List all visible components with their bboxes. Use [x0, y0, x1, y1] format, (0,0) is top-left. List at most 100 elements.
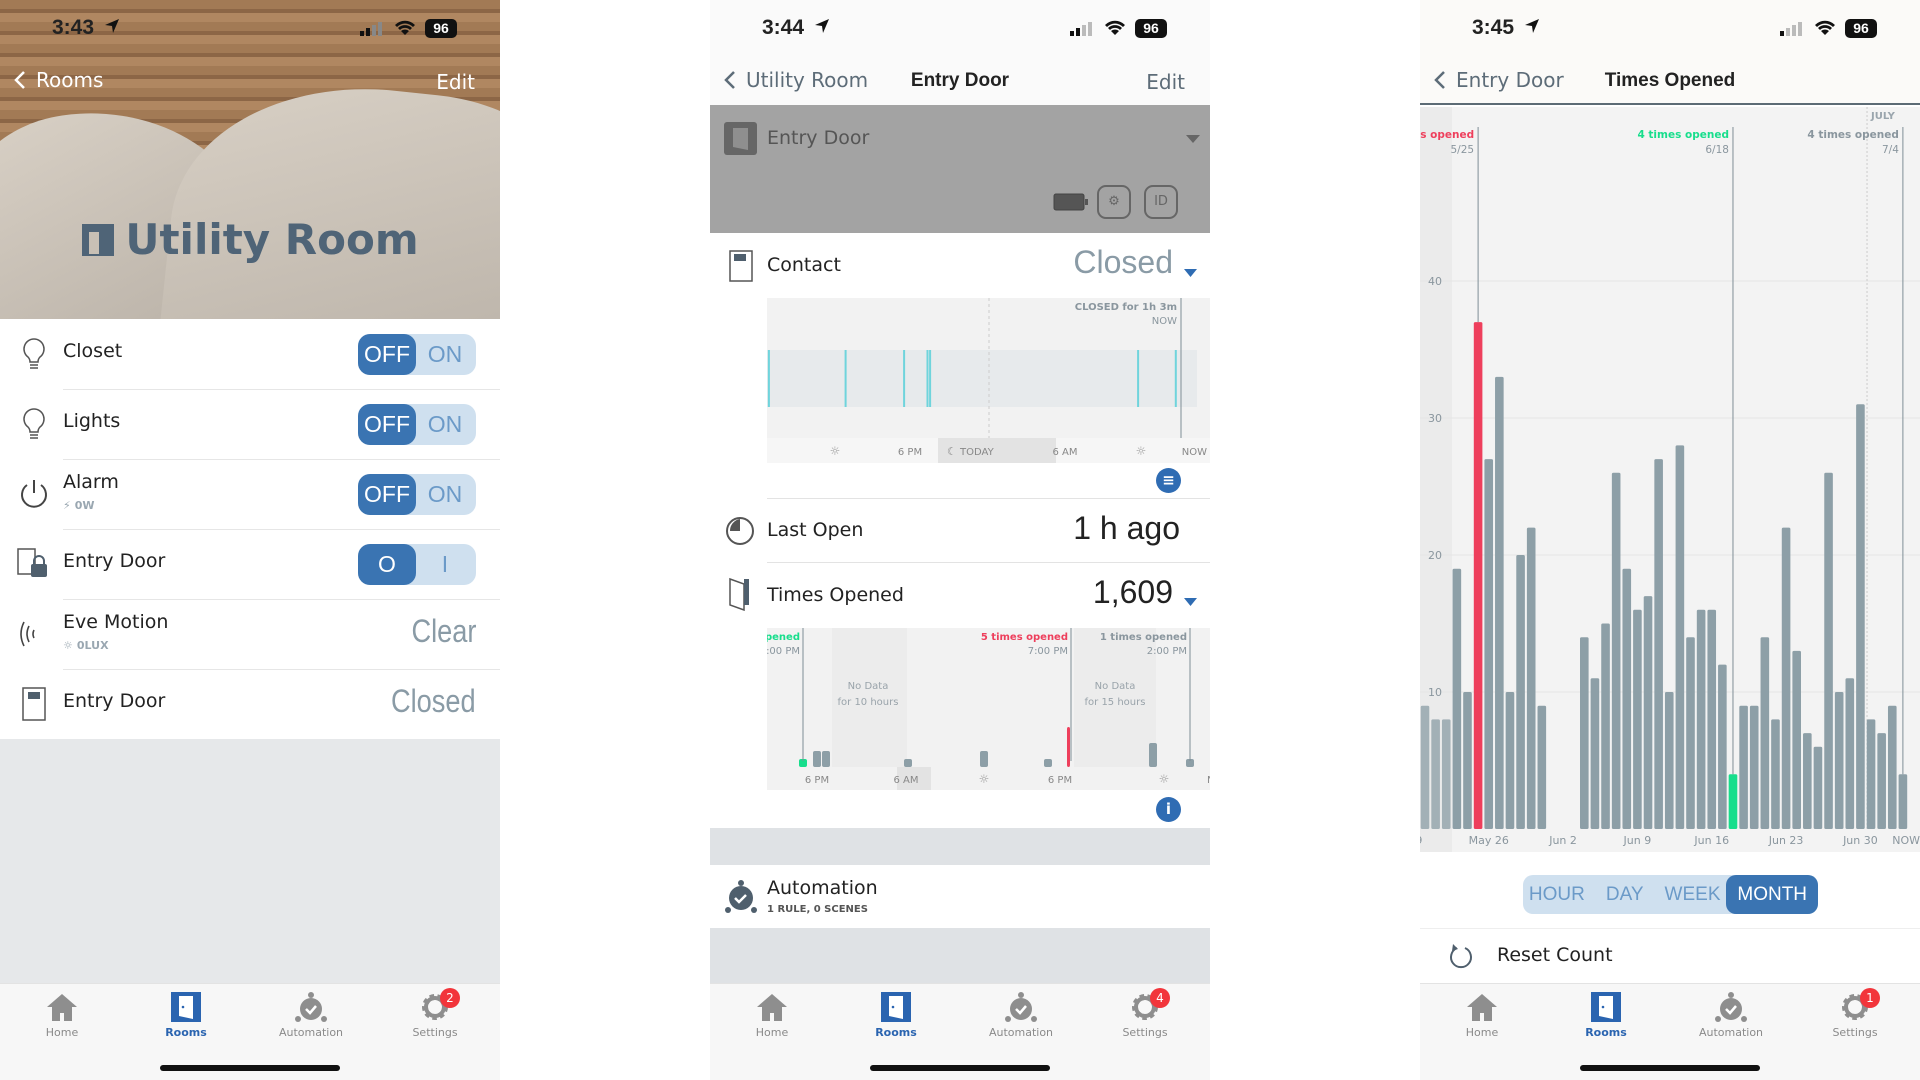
times-opened-mini-chart[interactable]: No Data for 10 hours No Data for 15 hours op… [767, 628, 1210, 790]
bar [1495, 376, 1504, 829]
tab-bar: Home Rooms Automation Settings 2 [0, 983, 500, 1080]
segment-month[interactable]: MONTH [1726, 875, 1818, 914]
contact-row[interactable]: Contact Closed [710, 233, 1210, 298]
bar [1845, 678, 1855, 829]
reset-count-button[interactable]: Reset Count [1420, 930, 1920, 982]
back-button[interactable]: Rooms [14, 68, 103, 92]
nav-bar: Utility Room Entry Door Edit [710, 58, 1210, 105]
entry-door-lock-toggle[interactable]: OI [358, 544, 476, 585]
x-tick-label: May 26 [1469, 834, 1509, 847]
marker-label: 1 times opened [1100, 632, 1187, 643]
tab-automation[interactable]: Automation [261, 992, 361, 1039]
bar [1654, 459, 1663, 829]
bar [1803, 733, 1812, 829]
no-data-label: for 15 hours [1085, 697, 1146, 708]
bar [1420, 705, 1430, 829]
tab-automation[interactable]: Automation [1681, 992, 1781, 1039]
times-opened-screen: 3:45 96 Entry Door Times Opened 10 20 30 40… [1420, 0, 1920, 1080]
automation-icon [1715, 992, 1747, 1022]
tab-home[interactable]: Home [1432, 992, 1532, 1039]
bar [1813, 746, 1823, 829]
bar [1749, 705, 1759, 829]
accessory-row-lights[interactable]: Lights OFF ON [0, 389, 500, 460]
annotation-date: 6/18 [1705, 144, 1729, 156]
tab-automation[interactable]: Automation [971, 992, 1071, 1039]
bar [1067, 727, 1070, 767]
closet-power-toggle[interactable]: OFF ON [358, 334, 476, 375]
rooms-icon [881, 992, 911, 1022]
tab-settings[interactable]: Settings 4 [1095, 988, 1195, 1039]
door-lock-icon [17, 548, 47, 577]
segment-week[interactable]: WEEK [1659, 875, 1727, 914]
x-tick-label: 6 PM [805, 775, 829, 786]
accessory-row-entry-door-lock[interactable]: Entry Door OI [0, 529, 500, 600]
accessory-row-alarm[interactable]: Alarm ⚡ 0W OFF ON [0, 459, 500, 530]
battery-indicator: 96 [1845, 19, 1877, 38]
x-tick-label: Jun 2 [1548, 834, 1577, 847]
edit-button[interactable]: Edit [436, 70, 475, 94]
info-icon[interactable]: i [1156, 797, 1181, 822]
times-opened-month-chart[interactable]: 10 20 30 40 JULY 37 times opened 5/25 4 times o… [1420, 107, 1920, 852]
bar [980, 751, 988, 767]
bar [1643, 596, 1653, 829]
x-tick-label: NOW [1182, 447, 1207, 458]
caret-down-icon[interactable] [1184, 269, 1197, 277]
home-indicator [160, 1065, 340, 1071]
sun-icon: ☼ [830, 444, 841, 458]
accessory-row-eve-motion[interactable]: Eve Motion ☼ 0LUX Clear [0, 599, 500, 670]
caret-down-icon[interactable] [1184, 598, 1197, 606]
tab-settings[interactable]: Settings 2 [385, 988, 485, 1039]
home-icon [47, 994, 77, 1021]
list-icon[interactable]: ≡ [1156, 468, 1181, 493]
door-open-icon [729, 577, 749, 611]
status-bar: 3:45 96 [1420, 12, 1920, 48]
utility-room-screen: Utility Room 3:43 96 Rooms Edit Closet O… [0, 0, 500, 1080]
tab-rooms[interactable]: Rooms [1556, 992, 1656, 1039]
times-opened-row[interactable]: Times Opened 1,609 [710, 562, 1210, 628]
status-bar: 3:44 96 [710, 12, 1210, 48]
caret-down-icon[interactable] [1186, 135, 1200, 143]
automation-row[interactable]: Automation 1 RULE, 0 SCENES [710, 865, 1210, 928]
tab-rooms[interactable]: Rooms [846, 992, 946, 1039]
automation-icon [295, 992, 327, 1022]
lights-power-toggle[interactable]: OFF ON [358, 404, 476, 445]
settings-button[interactable]: ⚙ [1097, 185, 1131, 219]
bar [1739, 705, 1748, 829]
motion-icon [20, 621, 35, 647]
door-icon [724, 122, 757, 155]
chevron-left-icon [14, 71, 25, 89]
wifi-icon [395, 20, 415, 35]
alarm-power-toggle[interactable]: OFF ON [358, 474, 476, 515]
marker-label: 5 times opened [981, 632, 1068, 643]
contact-history-chart[interactable]: CLOSED for 1h 3m NOW ☼ 6 PM ☾ TODAY 6 AM ☼ NOW [767, 298, 1210, 463]
identify-button[interactable]: ID [1144, 185, 1178, 219]
time-range-segmented-control[interactable]: HOUR DAY WEEK MONTH [1523, 875, 1818, 914]
lightbulb-icon [23, 338, 45, 369]
accessory-row-closet[interactable]: Closet OFF ON [0, 319, 500, 390]
marker-time: 2:00 PM [1147, 646, 1187, 657]
edit-button[interactable]: Edit [1146, 70, 1185, 94]
bar [1866, 719, 1876, 829]
sun-icon: ☼ [1136, 444, 1147, 458]
tab-settings[interactable]: Settings 1 [1805, 988, 1905, 1039]
accessory-list: Closet OFF ON Lights OFF ON Alarm ⚡ 0W OFF O… [0, 319, 500, 739]
cellular-signal-icon [360, 22, 382, 36]
power-meter-icon: ⚡ [63, 499, 71, 512]
segment-day[interactable]: DAY [1591, 875, 1659, 914]
tab-rooms[interactable]: Rooms [136, 992, 236, 1039]
marker-time: 7:00 PM [1028, 646, 1068, 657]
reset-icon [1450, 944, 1472, 969]
contact-status: Closed [391, 683, 476, 719]
home-indicator [870, 1065, 1050, 1071]
bar [1505, 692, 1515, 829]
segment-hour[interactable]: HOUR [1523, 875, 1591, 914]
bar [1590, 678, 1600, 829]
x-tick-label: NOW [1892, 834, 1920, 847]
device-header[interactable]: Entry Door ⚙ ID [710, 105, 1210, 233]
accessory-row-entry-door-sensor[interactable]: Entry Door Closed [0, 669, 500, 739]
location-arrow-icon [815, 19, 829, 33]
door-sensor-icon [729, 250, 753, 282]
moon-icon: ☾ [947, 445, 957, 458]
tab-home[interactable]: Home [12, 992, 112, 1039]
tab-home[interactable]: Home [722, 992, 822, 1039]
